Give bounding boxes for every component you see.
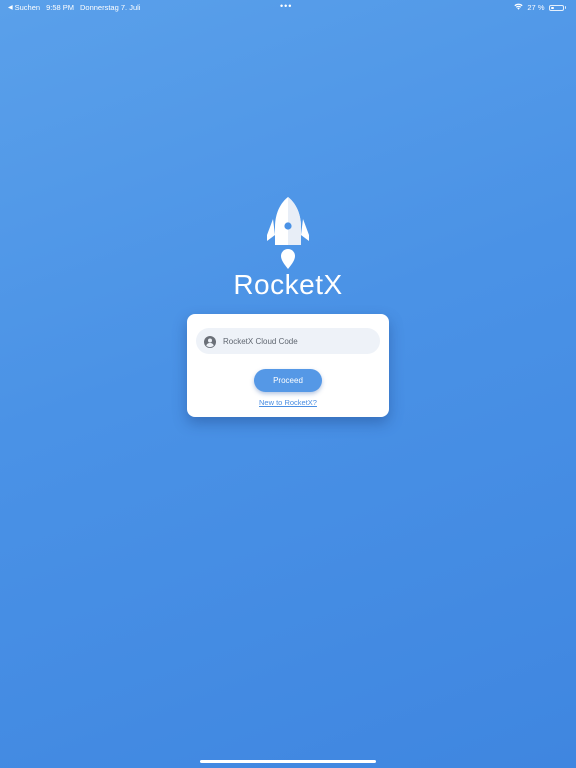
status-left: ◀ Suchen 9:58 PM Donnerstag 7. Juli xyxy=(8,3,140,12)
rocket-icon xyxy=(263,195,313,270)
new-to-rocketx-link[interactable]: New to RocketX? xyxy=(187,398,389,407)
status-date: Donnerstag 7. Juli xyxy=(80,3,141,12)
battery-tip xyxy=(564,6,566,9)
status-bar: ◀ Suchen 9:58 PM Donnerstag 7. Juli ••• … xyxy=(0,0,576,14)
back-arrow-icon: ◀ xyxy=(8,5,13,11)
app-title: RocketX xyxy=(233,269,343,300)
status-time: 9:58 PM xyxy=(46,3,74,12)
wifi-icon xyxy=(514,3,523,12)
user-circle-icon xyxy=(204,335,216,348)
status-right: 27 % xyxy=(514,3,566,12)
multitasking-dots[interactable]: ••• xyxy=(280,1,292,11)
cloud-code-input[interactable] xyxy=(223,336,373,346)
cloud-code-field[interactable] xyxy=(196,328,380,354)
battery-icon xyxy=(548,4,564,11)
login-card: Proceed New to RocketX? xyxy=(187,314,389,417)
home-indicator[interactable] xyxy=(200,760,376,763)
proceed-button[interactable]: Proceed xyxy=(254,369,322,392)
battery-percent: 27 % xyxy=(527,3,545,12)
battery-level xyxy=(550,6,554,9)
back-to-app-button[interactable]: ◀ Suchen xyxy=(8,3,40,12)
back-app-label: Suchen xyxy=(14,3,41,12)
